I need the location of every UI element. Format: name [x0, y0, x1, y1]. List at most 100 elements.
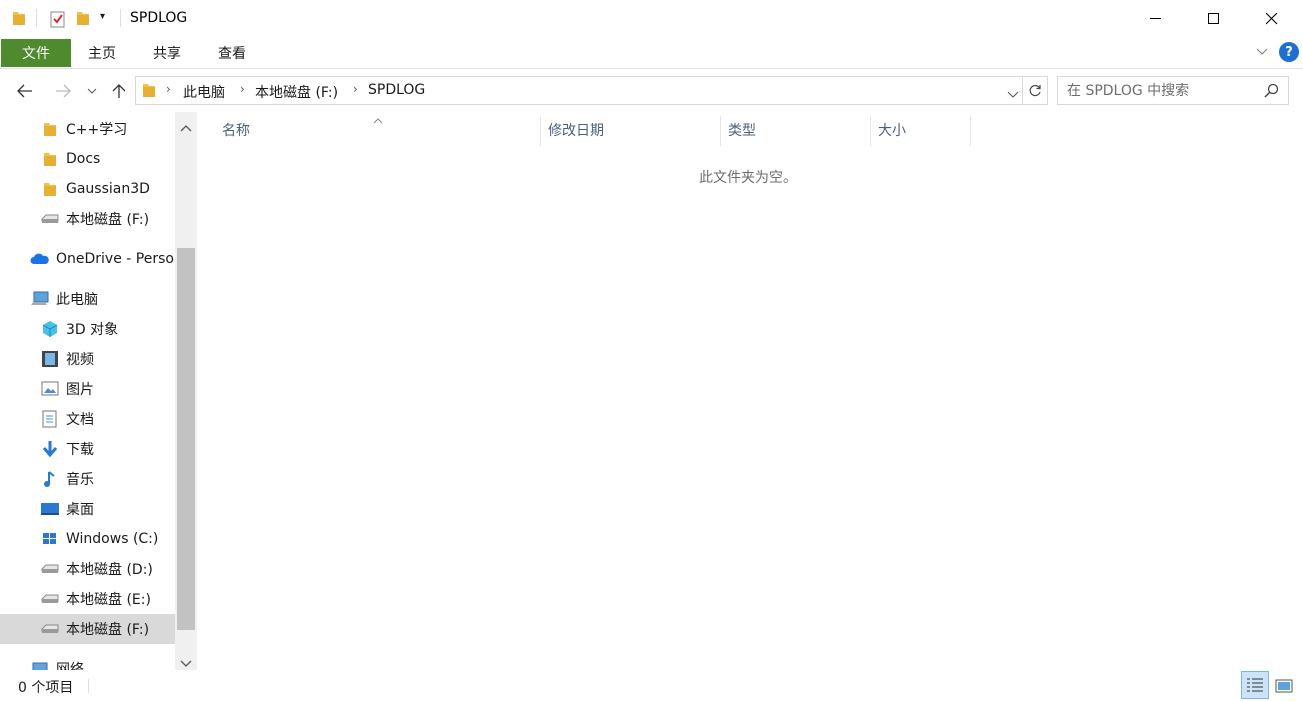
customize-toolbar-icon[interactable]: ▾	[100, 11, 105, 22]
large-icons-view-button[interactable]	[1272, 674, 1296, 698]
folder-icon	[40, 120, 60, 138]
nav-item-documents[interactable]: 文档	[0, 404, 175, 434]
nav-item-label: 文档	[66, 412, 94, 428]
address-history-icon[interactable]	[1007, 87, 1019, 103]
tab-share[interactable]: 共享	[153, 39, 181, 67]
video-icon	[40, 350, 60, 368]
folder-icon	[40, 150, 60, 168]
forward-button[interactable]	[50, 78, 76, 104]
back-button[interactable]	[12, 78, 38, 104]
column-header-type[interactable]: 类型	[728, 112, 756, 147]
nav-item-label: 3D 对象	[66, 322, 119, 338]
tab-file[interactable]: 文件	[1, 39, 71, 67]
recent-locations-button[interactable]	[82, 78, 102, 104]
maximize-button[interactable]	[1185, 0, 1243, 38]
ribbon-tabs: 文件 主页 共享 查看 ?	[0, 38, 1303, 69]
nav-item-network[interactable]: 网络	[0, 654, 175, 670]
pictures-icon	[40, 380, 60, 398]
nav-item-downloads[interactable]: 下载	[0, 434, 175, 464]
breadcrumb-chevron-icon[interactable]: ›	[166, 82, 171, 96]
close-button[interactable]	[1243, 0, 1301, 38]
nav-item-cpp-study[interactable]: C++学习	[0, 114, 175, 144]
column-divider[interactable]	[720, 116, 721, 146]
refresh-button[interactable]	[1023, 76, 1048, 105]
documents-icon	[40, 410, 60, 428]
address-bar[interactable]: › 此电脑 › 本地磁盘 (F:) › SPDLOG	[135, 76, 1023, 105]
windows-drive-icon	[40, 530, 60, 548]
new-folder-icon[interactable]	[76, 10, 90, 26]
nav-item-desktop[interactable]: 桌面	[0, 494, 175, 524]
empty-folder-message: 此文件夹为空。	[699, 170, 797, 186]
nav-item-label: 桌面	[66, 502, 94, 518]
search-icon[interactable]	[1264, 83, 1279, 102]
expand-ribbon-icon[interactable]	[1256, 45, 1268, 59]
nav-item-drive-f[interactable]: 本地磁盘 (F:)	[0, 614, 175, 644]
column-divider[interactable]	[870, 116, 871, 146]
status-bar: 0 个项目	[0, 670, 1303, 701]
computer-icon	[30, 290, 50, 308]
drive-icon	[40, 590, 60, 608]
large-icons-view-icon	[1275, 679, 1293, 693]
tab-home[interactable]: 主页	[88, 39, 116, 67]
nav-item-label: 网络	[56, 662, 84, 670]
column-divider[interactable]	[540, 116, 541, 146]
nav-item-onedrive[interactable]: OneDrive - Personal	[0, 244, 175, 274]
nav-item-music[interactable]: 音乐	[0, 464, 175, 494]
nav-item-windows-c[interactable]: Windows (C:)	[0, 524, 175, 554]
minimize-button[interactable]	[1127, 0, 1185, 38]
column-header-modified[interactable]: 修改日期	[548, 112, 604, 147]
nav-item-label: 本地磁盘 (E:)	[66, 592, 151, 608]
nav-item-this-pc[interactable]: 此电脑	[0, 284, 175, 314]
search-input[interactable]	[1058, 77, 1258, 104]
breadcrumb-chevron-icon[interactable]: ›	[353, 82, 358, 96]
download-icon	[40, 440, 60, 458]
details-view-icon	[1247, 678, 1263, 692]
nav-item-label: 本地磁盘 (F:)	[66, 622, 150, 638]
sort-ascending-icon	[373, 112, 383, 128]
music-icon	[40, 470, 60, 488]
nav-item-3d-objects[interactable]: 3D 对象	[0, 314, 175, 344]
drive-icon	[40, 620, 60, 638]
help-icon[interactable]: ?	[1279, 42, 1299, 62]
nav-item-docs[interactable]: Docs	[0, 144, 175, 174]
column-header-size[interactable]: 大小	[878, 112, 906, 147]
desktop-icon	[40, 500, 60, 518]
column-divider[interactable]	[970, 116, 971, 146]
nav-item-drive-e[interactable]: 本地磁盘 (E:)	[0, 584, 175, 614]
nav-item-label: 视频	[66, 352, 94, 368]
nav-item-drive-f-quick[interactable]: 本地磁盘 (F:)	[0, 204, 175, 234]
breadcrumb-this-pc[interactable]: 此电脑	[183, 82, 225, 102]
tab-view[interactable]: 查看	[218, 39, 246, 67]
item-count: 0 个项目	[18, 680, 74, 696]
breadcrumb-chevron-icon[interactable]: ›	[240, 82, 245, 96]
nav-item-label: 下载	[66, 442, 94, 458]
scroll-up-icon[interactable]	[180, 120, 192, 136]
nav-item-gaussian3d[interactable]: Gaussian3D	[0, 174, 175, 204]
breadcrumb-spdlog[interactable]: SPDLOG	[368, 82, 425, 98]
nav-item-label: Windows (C:)	[66, 531, 159, 547]
window-title: SPDLOG	[130, 10, 188, 26]
breadcrumb-drive-f[interactable]: 本地磁盘 (F:)	[255, 82, 338, 102]
nav-item-videos[interactable]: 视频	[0, 344, 175, 374]
scrollbar-thumb[interactable]	[177, 248, 195, 630]
toolbar-divider	[120, 9, 121, 27]
nav-item-label: 本地磁盘 (D:)	[66, 562, 153, 578]
up-button[interactable]	[106, 78, 132, 104]
nav-item-label: 此电脑	[56, 292, 98, 308]
scroll-down-icon[interactable]	[180, 656, 192, 670]
search-box[interactable]	[1057, 76, 1289, 105]
folder-icon	[40, 180, 60, 198]
column-header-name[interactable]: 名称	[222, 112, 250, 147]
onedrive-icon	[30, 250, 50, 268]
nav-item-pictures[interactable]: 图片	[0, 374, 175, 404]
nav-scrollbar[interactable]	[175, 112, 197, 670]
folder-icon[interactable]	[12, 10, 26, 26]
nav-item-drive-d[interactable]: 本地磁盘 (D:)	[0, 554, 175, 584]
properties-icon[interactable]	[50, 10, 66, 32]
nav-item-label: 图片	[66, 382, 94, 398]
file-list[interactable]: 名称 修改日期 类型 大小 此文件夹为空。	[197, 112, 1303, 670]
title-bar: ▾ SPDLOG	[0, 0, 1303, 38]
network-icon	[30, 660, 50, 670]
details-view-button[interactable]	[1241, 671, 1269, 699]
toolbar-divider	[36, 9, 37, 27]
